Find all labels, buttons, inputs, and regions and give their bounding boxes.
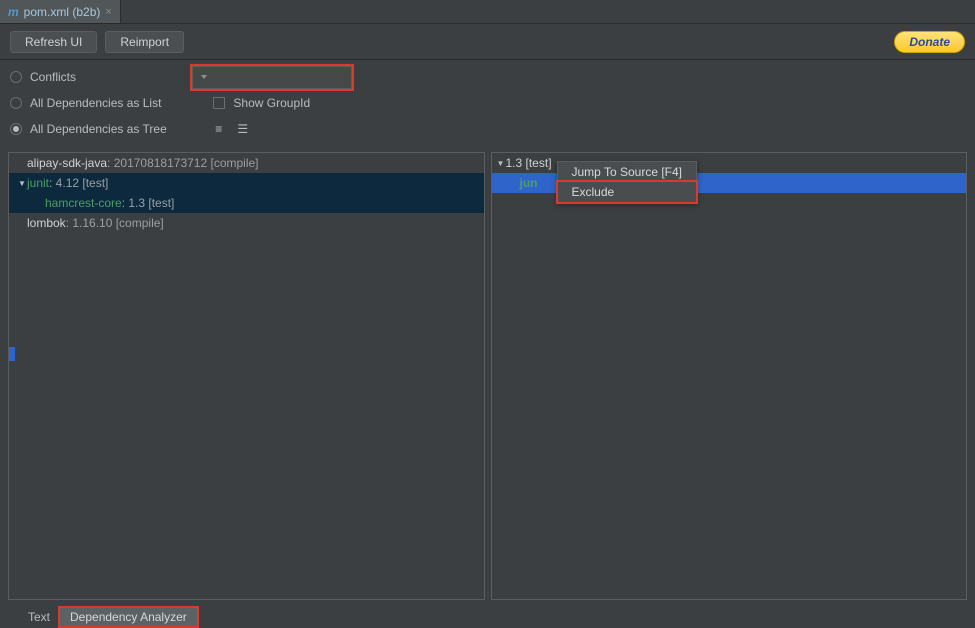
tree-label: All Dependencies as Tree [30,122,167,136]
expand-all-icon[interactable] [211,121,227,137]
menu-item-jump-to-source[interactable]: Jump To Source [F4] [558,162,697,182]
toolbar: Refresh UI Reimport Donate [0,24,975,60]
list-radio[interactable] [10,97,22,109]
editor-tab-label: pom.xml (b2b) [24,5,101,19]
editor-tab[interactable]: m pom.xml (b2b) × [0,0,121,23]
search-field[interactable] [211,70,366,84]
usage-header-label: 1.3 [test] [506,153,552,173]
dep-name: lombok [27,213,66,233]
gutter-marker [9,347,15,361]
dependency-tree-panel: alipay-sdk-java : 20170818173712 [compil… [8,152,485,600]
bottom-tab-dependency-analyzer[interactable]: Dependency Analyzer [60,608,197,626]
dep-meta: : 1.16.10 [compile] [66,213,164,233]
search-history-dropdown-icon[interactable] [201,75,207,79]
dep-meta: : 4.12 [test] [49,173,108,193]
tree-row-lombok[interactable]: lombok : 1.16.10 [compile] [9,213,484,233]
menu-item-exclude[interactable]: Exclude [558,182,697,202]
usage-child-prefix: jun [520,173,538,193]
option-row-conflicts: Conflicts [10,64,965,90]
list-label: All Dependencies as List [30,96,161,110]
dep-meta: : 20170818173712 [compile] [107,153,258,173]
donate-button[interactable]: Donate [894,31,965,53]
bottom-tab-bar: Text Dependency Analyzer [0,606,975,628]
maven-file-icon: m [8,5,19,19]
dep-meta: : 1.3 [test] [122,193,175,213]
reimport-button[interactable]: Reimport [105,31,184,53]
expand-toggle-icon[interactable] [496,152,506,174]
tree-row-junit[interactable]: junit : 4.12 [test] [9,173,484,193]
option-row-tree: All Dependencies as Tree [10,116,965,142]
dep-name: junit [27,173,49,193]
conflicts-radio[interactable] [10,71,22,83]
show-groupid-label: Show GroupId [233,96,310,110]
search-input[interactable] [192,66,352,89]
conflicts-label: Conflicts [30,70,76,84]
context-menu: Jump To Source [F4] Exclude [557,161,698,203]
expand-toggle-icon[interactable] [17,172,27,194]
tree-row-alipay[interactable]: alipay-sdk-java : 20170818173712 [compil… [9,153,484,173]
dep-name: alipay-sdk-java [27,153,107,173]
show-groupid-checkbox[interactable] [213,97,225,109]
close-icon[interactable]: × [105,6,111,18]
usage-panel: 1.3 [test] jun Jump To Source [F4] Exclu… [491,152,968,600]
dep-name: hamcrest-core [45,193,122,213]
split-pane: alipay-sdk-java : 20170818173712 [compil… [0,152,975,606]
refresh-ui-button[interactable]: Refresh UI [10,31,97,53]
editor-tab-bar: m pom.xml (b2b) × [0,0,975,24]
bottom-tab-text[interactable]: Text [18,608,60,626]
filter-options: Conflicts All Dependencies as List Show … [0,60,975,152]
option-row-list: All Dependencies as List Show GroupId [10,90,965,116]
tree-row-hamcrest[interactable]: hamcrest-core : 1.3 [test] [9,193,484,213]
collapse-all-icon[interactable] [235,121,251,137]
tree-radio[interactable] [10,123,22,135]
